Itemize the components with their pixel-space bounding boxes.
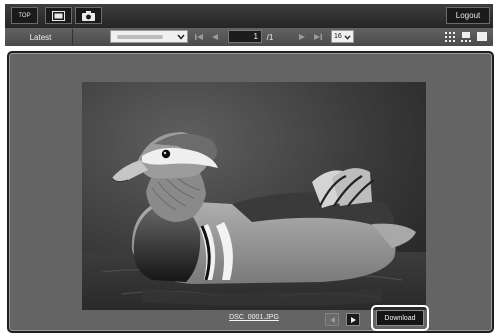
- mandarin-duck-photo: [82, 82, 426, 310]
- photo-preview[interactable]: [82, 82, 426, 310]
- filename-link[interactable]: DSC_0001.JPG: [214, 312, 294, 324]
- download-button[interactable]: Download: [376, 310, 424, 326]
- filename-text: DSC_0001.JPG: [229, 314, 279, 321]
- download-label: Download: [384, 314, 416, 322]
- image-viewer-panel: DSC_0001.JPG Download: [7, 51, 494, 333]
- next-image-button[interactable]: [346, 313, 360, 326]
- prev-image-icon: [329, 316, 335, 323]
- prev-image-button[interactable]: [325, 313, 339, 326]
- next-image-icon: [350, 316, 356, 323]
